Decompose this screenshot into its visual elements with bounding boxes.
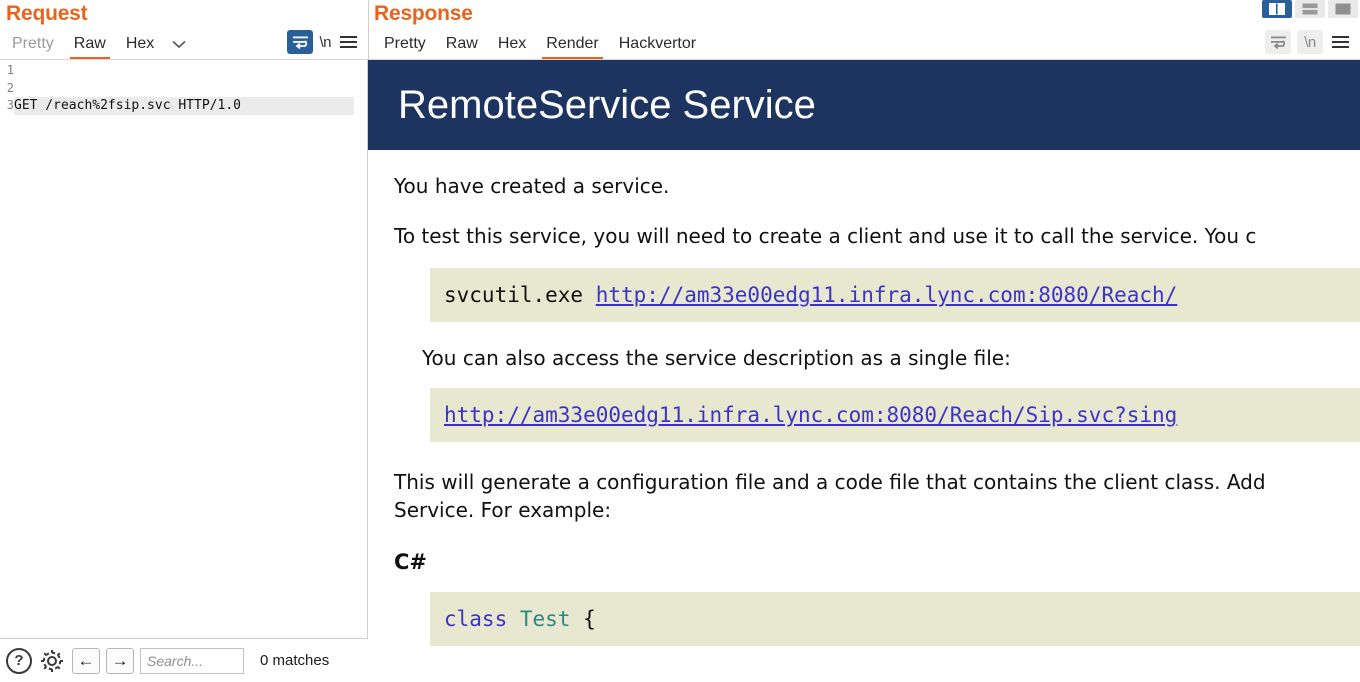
request-code-area[interactable]: GET /reach%2fsip.svc HTTP/1.0	[14, 60, 367, 638]
service-intro-paragraph: You have created a service.	[394, 174, 670, 198]
rendered-response-view[interactable]: RemoteService Service You have created a…	[368, 60, 1360, 682]
request-tab-raw[interactable]: Raw	[64, 34, 116, 59]
request-tabs-chevron-down-icon[interactable]	[164, 37, 194, 59]
layout-buttons-group	[1262, 0, 1358, 18]
single-wsdl-box: http://am33e00edg11.infra.lync.com:8080/…	[430, 388, 1360, 442]
request-code-line: GET /reach%2fsip.svc HTTP/1.0	[14, 97, 354, 115]
svcutil-wsdl-link[interactable]: http://am33e00edg11.infra.lync.com:8080/…	[596, 283, 1178, 307]
search-input[interactable]	[140, 647, 244, 674]
line-number: 1	[6, 63, 14, 77]
service-banner-title: RemoteService Service	[398, 82, 816, 127]
request-editor[interactable]: 1 2 3 GET /reach%2fsip.svc HTTP/1.0	[0, 60, 368, 638]
response-tab-render[interactable]: Render	[536, 34, 608, 59]
help-icon[interactable]: ?	[6, 647, 32, 674]
response-newline-icon[interactable]: \n	[1297, 30, 1323, 54]
search-matches-count: 0 matches	[260, 652, 330, 669]
search-prev-button[interactable]: ←	[72, 647, 100, 674]
config-file-paragraph-line2: Service. For example:	[394, 498, 612, 522]
request-newline-icon[interactable]: \n	[319, 34, 331, 51]
request-word-wrap-icon[interactable]	[287, 30, 314, 54]
response-tab-raw[interactable]: Raw	[436, 34, 488, 59]
single-wsdl-link[interactable]: http://am33e00edg11.infra.lync.com:8080/…	[444, 403, 1177, 427]
layout-vertical-split-button[interactable]	[1262, 0, 1292, 18]
layout-horizontal-split-button[interactable]	[1295, 0, 1325, 18]
response-tab-hackvertor[interactable]: Hackvertor	[609, 34, 706, 59]
single-file-paragraph: You can also access the service descript…	[422, 346, 1011, 370]
csharp-keyword-class: class	[444, 607, 508, 631]
request-tab-pretty[interactable]: Pretty	[2, 34, 64, 59]
request-panel-title: Request	[6, 2, 88, 25]
response-tabbar: Pretty Raw Hex Render Hackvertor \n	[368, 27, 1360, 60]
request-hamburger-menu-icon[interactable]	[337, 34, 360, 50]
response-panel: Response Pretty Raw Hex Render Hackverto…	[368, 0, 1360, 682]
response-word-wrap-icon[interactable]	[1265, 30, 1291, 54]
config-file-paragraph-line1: This will generate a configuration file …	[394, 470, 1266, 494]
service-test-paragraph: To test this service, you will need to c…	[394, 224, 1257, 248]
line-number: 2	[6, 80, 14, 95]
line-number: 3	[6, 98, 14, 112]
burp-suite-message-editor: Request Pretty Raw Hex \n 1 2 3 GET /rea…	[0, 0, 1360, 682]
response-tool-icons: \n	[1265, 30, 1360, 59]
response-hamburger-menu-icon[interactable]	[1329, 34, 1352, 50]
response-tab-hex[interactable]: Hex	[488, 34, 536, 59]
request-tabbar: Pretty Raw Hex \n	[0, 27, 368, 60]
request-panel: Request Pretty Raw Hex \n 1 2 3 GET /rea…	[0, 0, 368, 682]
search-next-button[interactable]: →	[106, 647, 134, 674]
request-line-numbers: 1 2 3	[0, 60, 14, 638]
service-page-body: You have created a service. To test this…	[368, 172, 1360, 646]
gear-icon[interactable]	[38, 647, 66, 675]
csharp-type-test: Test	[519, 607, 571, 631]
response-newline-label: \n	[1304, 33, 1316, 51]
csharp-open-brace: {	[583, 607, 596, 631]
request-search-bar: ? ← → 0 matches	[0, 638, 368, 682]
request-tool-icons: \n	[287, 30, 368, 59]
csharp-example-code-box: class Test {	[430, 592, 1360, 646]
service-banner: RemoteService Service	[368, 60, 1360, 150]
svcutil-command-prefix: svcutil.exe	[444, 283, 596, 307]
language-heading-csharp: C#	[394, 550, 428, 574]
layout-single-pane-button[interactable]	[1328, 0, 1358, 18]
request-tab-hex[interactable]: Hex	[116, 34, 164, 59]
svcutil-command-box: svcutil.exe http://am33e00edg11.infra.ly…	[430, 268, 1360, 322]
response-tab-pretty[interactable]: Pretty	[374, 34, 436, 59]
response-panel-title: Response	[374, 2, 473, 25]
